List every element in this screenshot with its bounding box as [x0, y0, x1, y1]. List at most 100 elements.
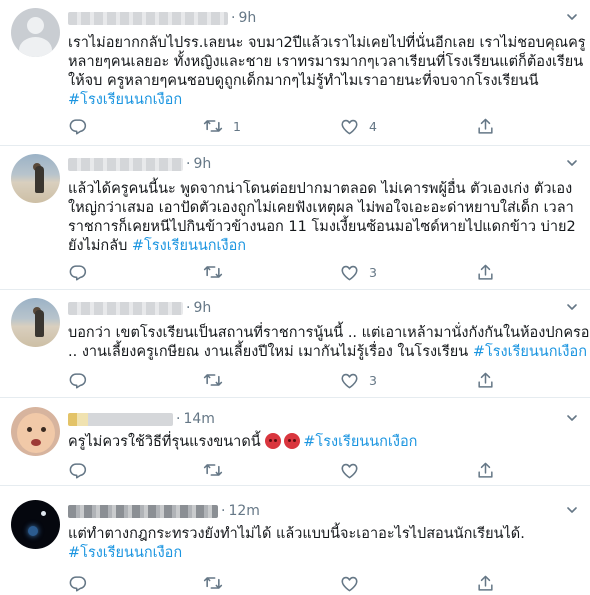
share-icon: [476, 371, 495, 390]
tweet[interactable]: · 9h แล้วได้ครูคนนี้นะ พูดจากน่าโดนต่อยป…: [0, 146, 590, 290]
caret-down-icon[interactable]: [566, 157, 578, 169]
retweet-icon: [203, 573, 223, 593]
tweet-text: เราไม่อยากกลับไปรร.เลยนะ จบมา2ปีแล้วเราไ…: [68, 34, 586, 110]
username-redacted[interactable]: [68, 157, 183, 171]
angry-emoji-icon: [284, 433, 301, 449]
share-icon: [476, 117, 495, 136]
hashtag-link[interactable]: #โรงเรียนนกเงือก: [132, 238, 246, 254]
like-icon: [340, 461, 359, 480]
reply-icon: [68, 263, 87, 282]
tweet-actions: [68, 573, 498, 593]
reply-button[interactable]: [68, 370, 87, 390]
retweet-icon: [203, 370, 223, 390]
tweet-header: · 9h: [68, 155, 211, 173]
timestamp[interactable]: 9h: [238, 10, 256, 26]
hashtag-link[interactable]: #โรงเรียนนกเงือก: [68, 91, 578, 110]
hashtag-link[interactable]: #โรงเรียนนกเงือก: [473, 344, 587, 360]
tweet-text-line: หลายๆคนเลยอะ ทั้งหญิงและชาย เราทรมารมากๆ…: [68, 54, 584, 70]
timestamp[interactable]: 12m: [228, 503, 259, 519]
tweet-text: บอกว่า เขตโรงเรียนเป็นสถานที่ราชการนู้นน…: [68, 324, 590, 362]
tweet-text-fragment: .. งานเลี้ยงครูเกษียณ งานเลี้ยงปีใหม่ เม…: [68, 344, 473, 360]
tweet-actions: [68, 460, 498, 480]
tweet-text: แล้วได้ครูคนนี้นะ พูดจากน่าโดนต่อยปากมาต…: [68, 180, 578, 256]
share-button[interactable]: [476, 573, 495, 593]
like-icon: [340, 574, 359, 593]
share-button[interactable]: [476, 370, 495, 390]
tweet-text-line: ใหญ่กว่าเสมอ เอาปัดตัวเองถูกไม่เคยฟังเหต…: [68, 200, 574, 216]
retweet-button[interactable]: [203, 370, 233, 390]
tweet-text: ครูไม่ควรใช้วิธีที่รุนแรงขนาดนี้ #โรงเรี…: [68, 433, 578, 452]
avatar[interactable]: [11, 8, 60, 57]
tweet-header: · 9h: [68, 9, 256, 27]
angry-emoji-icon: [265, 433, 282, 449]
share-icon: [476, 263, 495, 282]
username-redacted[interactable]: [68, 504, 218, 518]
reply-icon: [68, 117, 87, 136]
caret-down-icon[interactable]: [566, 11, 578, 23]
caret-down-icon[interactable]: [566, 412, 578, 424]
tweet[interactable]: · 14m ครูไม่ควรใช้วิธีที่รุนแรงขนาดนี้ #…: [0, 398, 590, 486]
avatar[interactable]: [11, 407, 60, 456]
share-icon: [476, 461, 495, 480]
retweet-button[interactable]: [203, 460, 233, 480]
tweet[interactable]: · 12m แต่ทำตางกฎกระทรวงยังทำไม่ได้ แล้วแ…: [0, 486, 590, 595]
tweet-text-line: .. งานเลี้ยงครูเกษียณ งานเลี้ยงปีใหม่ เม…: [68, 343, 587, 362]
like-count: 3: [369, 264, 377, 280]
like-icon: [340, 117, 359, 136]
reply-button[interactable]: [68, 116, 87, 136]
retweet-button[interactable]: [203, 262, 233, 282]
username-redacted[interactable]: [68, 301, 183, 315]
like-button[interactable]: [340, 573, 369, 593]
retweet-icon: [203, 116, 223, 136]
reply-button[interactable]: [68, 460, 87, 480]
share-icon: [476, 574, 495, 593]
tweet-text-line: ยังไม่กลับ #โรงเรียนนกเงือก: [68, 237, 578, 256]
share-button[interactable]: [476, 460, 495, 480]
tweet-actions: 3: [68, 370, 498, 390]
username-redacted[interactable]: [68, 11, 228, 25]
retweet-button[interactable]: 1: [203, 116, 241, 136]
reply-button[interactable]: [68, 262, 87, 282]
separator-dot: ·: [221, 503, 226, 519]
caret-down-icon[interactable]: [566, 504, 578, 516]
tweet-header: · 14m: [68, 410, 215, 428]
tweet-text-line: เราไม่อยากกลับไปรร.เลยนะ จบมา2ปีแล้วเราไ…: [68, 35, 586, 51]
tweet-text: แต่ทำตางกฎกระทรวงยังทำไม่ได้ แล้วแบบนี้จ…: [68, 525, 578, 563]
tweet[interactable]: · 9h เราไม่อยากกลับไปรร.เลยนะ จบมา2ปีแล้…: [0, 0, 590, 146]
like-button[interactable]: [340, 460, 369, 480]
tweet-text-line: แล้วได้ครูคนนี้นะ พูดจากน่าโดนต่อยปากมาต…: [68, 181, 573, 197]
timestamp[interactable]: 14m: [183, 411, 214, 427]
tweet-header: · 12m: [68, 502, 260, 520]
tweet-text-fragment: ยังไม่กลับ: [68, 238, 132, 254]
share-button[interactable]: [476, 116, 495, 136]
share-button[interactable]: [476, 262, 495, 282]
separator-dot: ·: [186, 300, 191, 316]
timestamp[interactable]: 9h: [193, 300, 211, 316]
like-count: 3: [369, 372, 377, 388]
tweet-actions: 3: [68, 262, 498, 282]
like-button[interactable]: 3: [340, 370, 377, 390]
like-count: 4: [369, 118, 377, 134]
like-button[interactable]: 3: [340, 262, 377, 282]
avatar[interactable]: [11, 154, 60, 203]
retweet-count: 1: [233, 118, 241, 134]
username-redacted[interactable]: [68, 412, 173, 426]
timestamp[interactable]: 9h: [193, 156, 211, 172]
tweet-text-line: ราชการก็เคยหนีไปกินข้าวข้างนอก 11 โมงเงี…: [68, 219, 576, 235]
hashtag-link[interactable]: #โรงเรียนนกเงือก: [68, 544, 578, 563]
reply-button[interactable]: [68, 573, 87, 593]
separator-dot: ·: [186, 156, 191, 172]
tweet[interactable]: · 9h บอกว่า เขตโรงเรียนเป็นสถานที่ราชการ…: [0, 290, 590, 398]
hashtag-link[interactable]: #โรงเรียนนกเงือก: [303, 434, 417, 450]
caret-down-icon[interactable]: [566, 301, 578, 313]
separator-dot: ·: [176, 411, 181, 427]
retweet-button[interactable]: [203, 573, 233, 593]
tweet-text-fragment: ครูไม่ควรใช้วิธีที่รุนแรงขนาดนี้: [68, 434, 266, 450]
tweet-text-line: ให้จบ ครูหลายๆคนชอบดูถูกเด็กมากๆไม่รู้ทำ…: [68, 73, 539, 89]
tweet-text-line: แต่ทำตางกฎกระทรวงยังทำไม่ได้ แล้วแบบนี้จ…: [68, 526, 525, 542]
tweet-actions: 1 4: [68, 116, 498, 136]
retweet-icon: [203, 460, 223, 480]
like-button[interactable]: 4: [340, 116, 377, 136]
avatar[interactable]: [11, 298, 60, 347]
avatar[interactable]: [11, 500, 60, 549]
